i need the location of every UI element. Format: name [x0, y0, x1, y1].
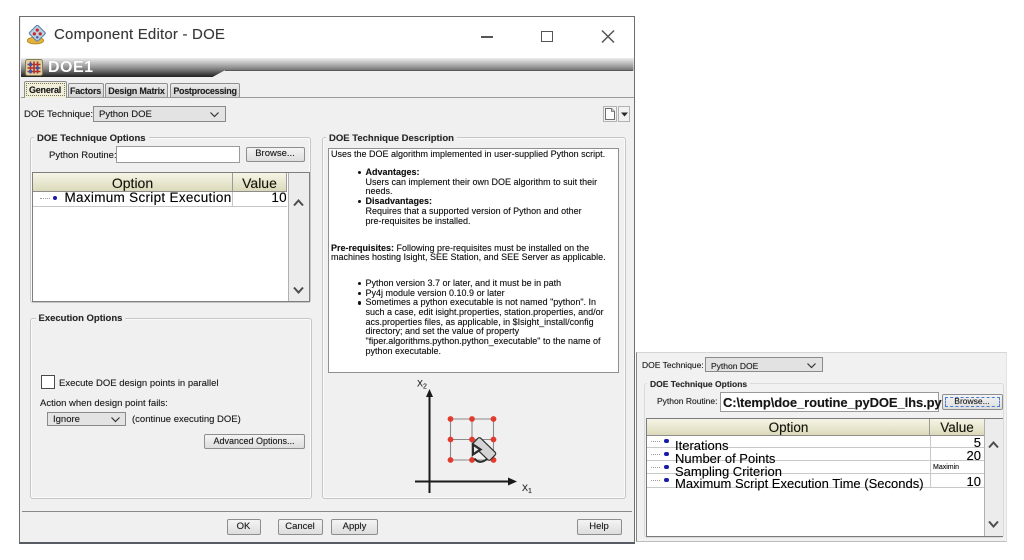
svg-text:X2: X2	[417, 379, 427, 391]
svg-text:X1: X1	[522, 483, 532, 495]
